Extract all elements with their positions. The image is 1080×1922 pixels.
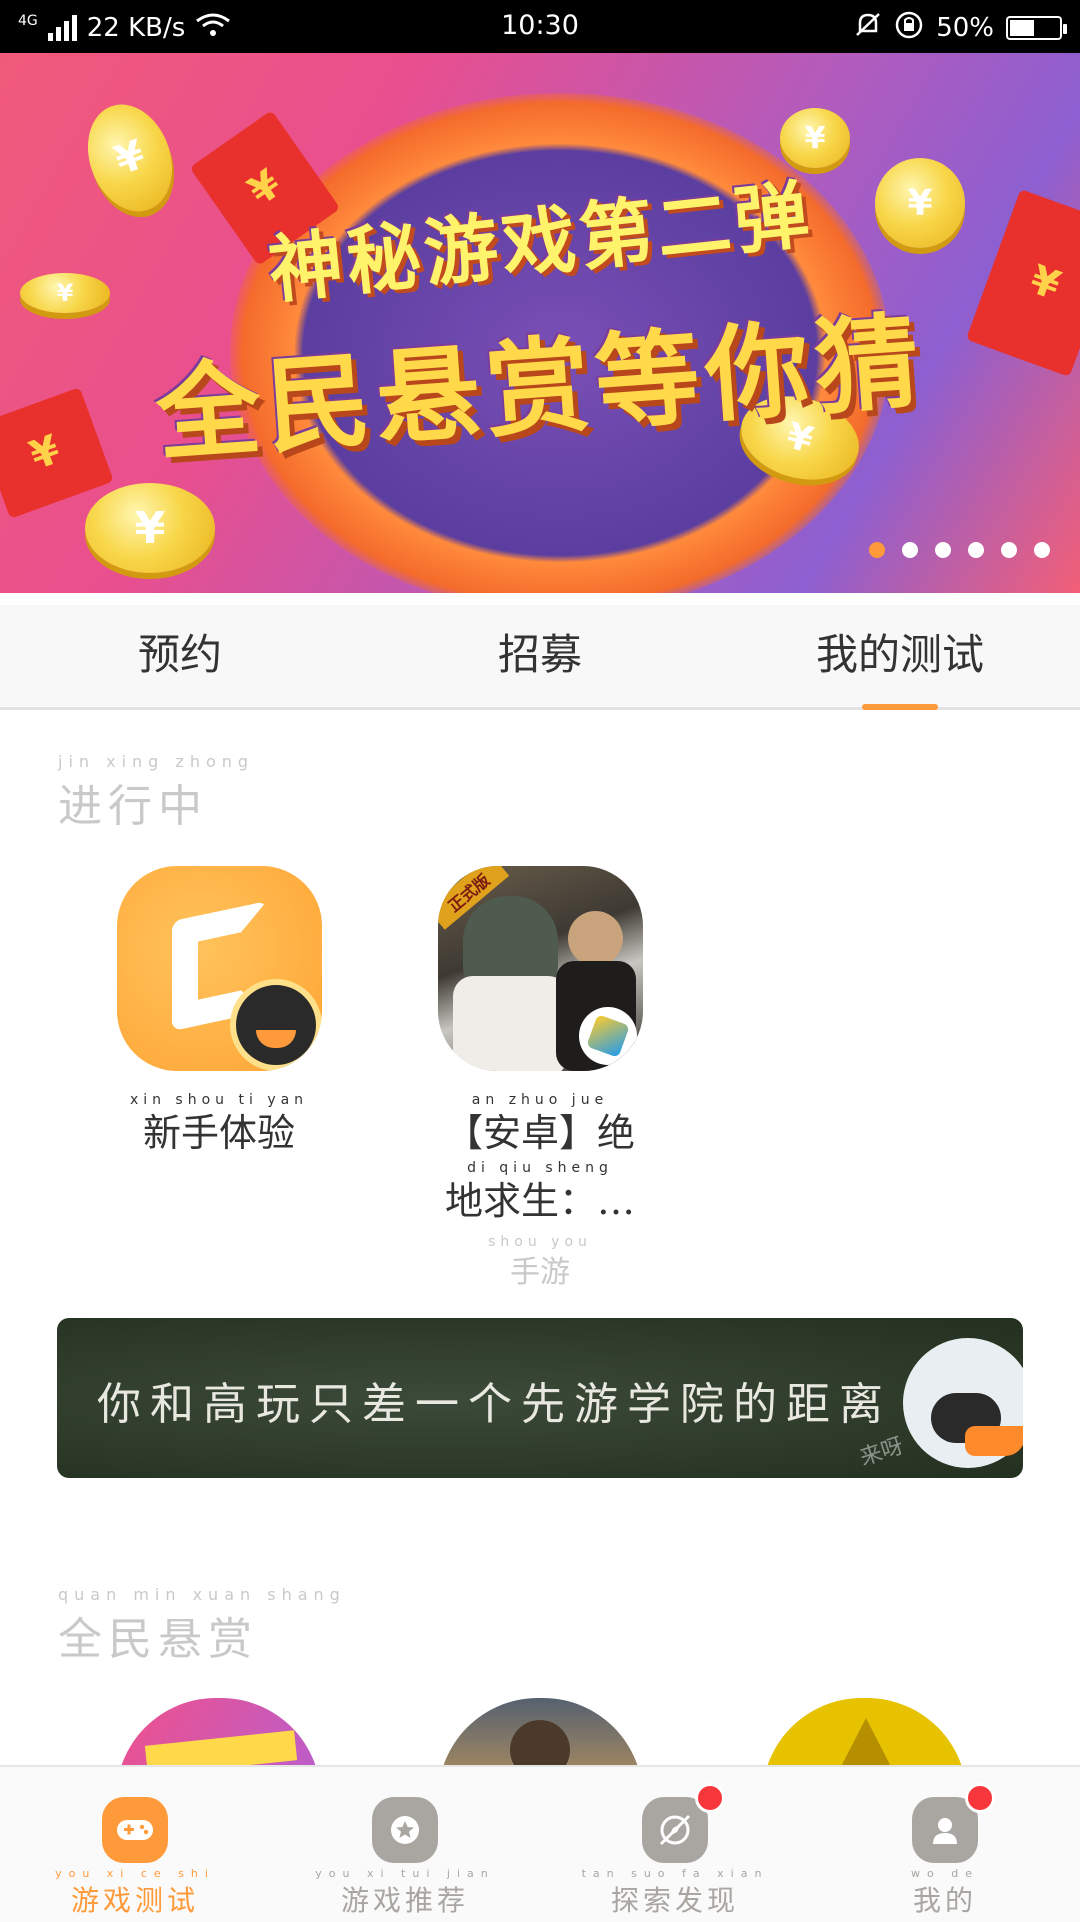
nav-label: 我的 <box>912 1884 977 1917</box>
game-name: an zhuo jue 【安卓】绝 di qiu sheng 地求生：… <box>444 1092 635 1223</box>
carousel-dot[interactable] <box>935 542 951 558</box>
section-title-ongoing: jin xing zhong 进行中 <box>58 752 254 834</box>
nav-explore[interactable]: tan suo fa xian 探索发现 <box>540 1767 810 1922</box>
section-pinyin: jin xing zhong <box>58 752 255 771</box>
carousel-dot[interactable] <box>1001 542 1017 558</box>
nav-game-test[interactable]: you xi ce shi 游戏测试 <box>0 1767 270 1922</box>
gold-coin: ¥ <box>85 483 215 573</box>
rotation-lock-icon <box>894 10 924 47</box>
tencent-games-badge-icon <box>578 1007 637 1065</box>
tab-reserve[interactable]: 预约 <box>0 605 360 707</box>
nav-game-recommend[interactable]: you xi tui jian 游戏推荐 <box>270 1767 540 1922</box>
game-name: xin shou ti yan 新手体验 <box>129 1092 309 1155</box>
nav-label: 游戏测试 <box>70 1884 199 1917</box>
battery-percent: 50% <box>936 13 994 43</box>
gold-coin: ¥ <box>73 92 187 224</box>
game-card-beginner[interactable]: xin shou ti yan 新手体验 <box>114 866 324 1161</box>
carousel-dot[interactable] <box>869 542 885 558</box>
section-pinyin: quan min xuan shang <box>58 1585 346 1604</box>
mute-bell-icon <box>854 11 882 46</box>
star-icon <box>372 1797 438 1863</box>
tab-recruit[interactable]: 招募 <box>360 605 720 707</box>
section-heading: 进行中 <box>58 781 208 832</box>
section-title-bounty: quan min xuan shang 全民悬赏 <box>58 1585 346 1667</box>
battery-fill <box>1010 20 1034 36</box>
nav-label: 探索发现 <box>610 1884 739 1917</box>
tab-active-indicator <box>862 704 938 710</box>
penguin-badge-icon <box>229 979 322 1071</box>
academy-promo-banner[interactable]: 你和高玩只差一个先游学院的距离 来呀 <box>57 1318 1023 1478</box>
promo-carousel-banner[interactable]: ¥ ¥ ¥ ¥ ¥ ¥ ¥ ¥ ¥ 神秘游戏第二弹 全民悬赏等你猜 <box>0 53 1080 593</box>
pubg-game-icon: 正式版 <box>437 866 643 1071</box>
game-category: shou you 手游 <box>488 1234 592 1290</box>
carousel-dot[interactable] <box>968 542 984 558</box>
gamepad-icon <box>102 1797 168 1863</box>
section-heading: 全民悬赏 <box>58 1614 258 1665</box>
notification-badge <box>695 1783 725 1813</box>
notification-badge <box>965 1783 995 1813</box>
promo-text: 你和高玩只差一个先游学院的距离 <box>97 1379 892 1430</box>
carousel-dot[interactable] <box>902 542 918 558</box>
carousel-dot[interactable] <box>1034 542 1050 558</box>
nav-profile[interactable]: wo de 我的 <box>810 1767 1080 1922</box>
bottom-navigation: you xi ce shi 游戏测试 you xi tui jian 游戏推荐 ta… <box>0 1765 1080 1922</box>
battery-icon <box>1006 16 1067 40</box>
gamecenter-logo-icon <box>116 866 322 1071</box>
mascot-icon <box>903 1338 1023 1468</box>
tab-my-tests[interactable]: 我的测试 <box>720 605 1080 710</box>
promo-stamp: 来呀 <box>856 1433 907 1472</box>
carousel-indicator[interactable] <box>869 542 1050 558</box>
tab-bar: 预约 招募 我的测试 <box>0 605 1080 710</box>
game-card-pubg[interactable]: 正式版 an zhuo jue 【安卓】绝 di qiu sheng 地求生：…… <box>435 866 645 1291</box>
status-bar: 4G 22 KB/s 10:30 50% <box>0 0 1080 53</box>
nav-label: 游戏推荐 <box>340 1884 469 1917</box>
